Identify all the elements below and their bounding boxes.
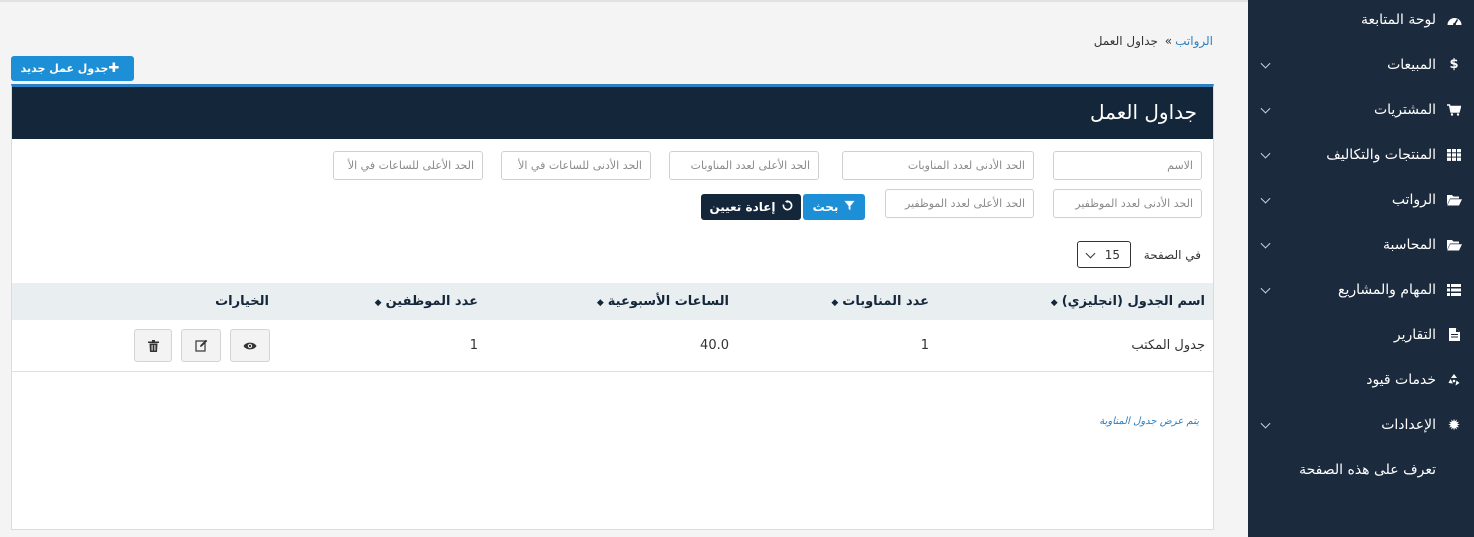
min-shifts-input[interactable]: الحد الأدنى لعدد المناوبات [842, 151, 1034, 180]
sidebar-item-products-costs[interactable]: المنتجات والتكاليف [1248, 132, 1474, 177]
chevron-down-icon [1260, 103, 1271, 114]
reset-button[interactable]: إعادة تعيين [701, 194, 801, 220]
file-icon [1446, 327, 1462, 343]
new-schedule-label: جدول عمل جديد [20, 62, 109, 75]
sort-icon: ◆ [1050, 298, 1058, 308]
per-page-select[interactable]: 15 [1077, 241, 1131, 268]
sidebar-item-page-tour[interactable]: تعرف على هذه الصفحة [1248, 447, 1474, 492]
sort-icon: ◆ [596, 298, 604, 308]
reset-label: إعادة تعيين [709, 200, 776, 214]
sidebar: لوحة المتابعة $ المبيعات المشتريات المنت… [1248, 0, 1474, 537]
table-header: اسم الجدول (انجليزي)◆ عدد المناوبات◆ الس… [12, 283, 1213, 320]
chevron-down-icon [1260, 58, 1271, 69]
main-content: الرواتب» جداول العمل ✚ جدول عمل جديد جدا… [0, 0, 1248, 537]
sidebar-item-tasks-projects[interactable]: المهام والمشاريع [1248, 267, 1474, 312]
sidebar-item-qoyod-services[interactable]: خدمات قيود [1248, 357, 1474, 402]
chevron-down-icon [1260, 238, 1271, 249]
breadcrumb-link-payroll[interactable]: الرواتب [1175, 34, 1213, 48]
delete-button[interactable] [134, 329, 172, 362]
chevron-down-icon [1260, 418, 1271, 429]
column-header-options: الخيارات [215, 294, 269, 309]
breadcrumb-current: جداول العمل [1093, 34, 1158, 48]
sidebar-item-payroll[interactable]: الرواتب [1248, 177, 1474, 222]
column-header-employees[interactable]: عدد الموظفين◆ [375, 294, 478, 309]
per-page-label: في الصفحة [1143, 248, 1201, 262]
schedules-card: جداول العمل الاسم الحد الأدنى لعدد المنا… [11, 84, 1214, 530]
sidebar-item-dashboard[interactable]: لوحة المتابعة [1248, 0, 1474, 42]
new-schedule-button[interactable]: ✚ جدول عمل جديد [11, 56, 134, 81]
column-header-weekly-hours[interactable]: الساعات الأسبوعية◆ [597, 294, 729, 309]
min-employees-input[interactable]: الحد الأدنى لعدد الموظفير [1053, 189, 1202, 218]
dashboard-icon [1446, 12, 1462, 28]
reset-icon [782, 200, 793, 214]
cell-schedule-name: جدول المكتب [1131, 338, 1205, 353]
chevron-down-icon [1260, 193, 1271, 204]
filter-icon [844, 200, 855, 214]
top-divider [0, 0, 1248, 2]
chevron-down-icon [1260, 148, 1271, 159]
edit-button[interactable] [181, 329, 221, 362]
gear-icon: ✹ [1447, 415, 1461, 434]
table-row: جدول المكتب 1 40.0 1 [12, 320, 1213, 372]
min-hours-input[interactable]: الحد الأدنى للساعات في الأ [501, 151, 651, 180]
column-header-shifts[interactable]: عدد المناوبات◆ [831, 294, 929, 309]
column-header-name[interactable]: اسم الجدول (انجليزي)◆ [1051, 294, 1205, 309]
folder-open-icon [1446, 237, 1462, 253]
view-button[interactable] [230, 329, 270, 362]
search-label: بحث [812, 200, 839, 214]
name-input[interactable]: الاسم [1053, 151, 1202, 180]
page-title: جداول العمل [1090, 100, 1197, 124]
sort-icon: ◆ [374, 298, 382, 308]
max-employees-input[interactable]: الحد الأعلى لعدد الموظفير [885, 189, 1034, 218]
chevron-down-icon [1260, 283, 1271, 294]
folder-open-icon [1446, 192, 1462, 208]
max-shifts-input[interactable]: الحد الأعلى لعدد المناوبات [669, 151, 819, 180]
sidebar-item-sales[interactable]: $ المبيعات [1248, 42, 1474, 87]
shift-table-note: يتم عرض جدول المناوبة [1099, 416, 1199, 427]
cell-shifts: 1 [920, 338, 929, 353]
per-page-value: 15 [1104, 247, 1120, 262]
sidebar-item-accounting[interactable]: المحاسبة [1248, 222, 1474, 267]
grid-icon [1446, 147, 1462, 163]
dollar-icon: $ [1449, 57, 1459, 72]
sidebar-item-settings[interactable]: ✹ الإعدادات [1248, 402, 1474, 447]
max-hours-input[interactable]: الحد الأعلى للساعات في الأ [333, 151, 483, 180]
card-header: جداول العمل [12, 87, 1213, 139]
list-icon [1446, 282, 1462, 298]
edit-icon [194, 339, 207, 352]
search-button[interactable]: بحث [803, 194, 865, 220]
cell-employees: 1 [469, 338, 478, 353]
sidebar-item-purchases[interactable]: المشتريات [1248, 87, 1474, 132]
chevron-down-icon [1085, 248, 1096, 259]
plus-icon: ✚ [108, 61, 120, 76]
trash-icon [147, 339, 159, 352]
cell-weekly-hours: 40.0 [700, 338, 729, 353]
breadcrumb: الرواتب» جداول العمل [1094, 34, 1213, 48]
recycle-icon [1446, 372, 1462, 388]
breadcrumb-separator: » [1164, 34, 1173, 48]
cart-icon [1446, 102, 1462, 118]
sort-icon: ◆ [831, 298, 839, 308]
eye-icon [243, 342, 257, 349]
sidebar-item-reports[interactable]: التقارير [1248, 312, 1474, 357]
